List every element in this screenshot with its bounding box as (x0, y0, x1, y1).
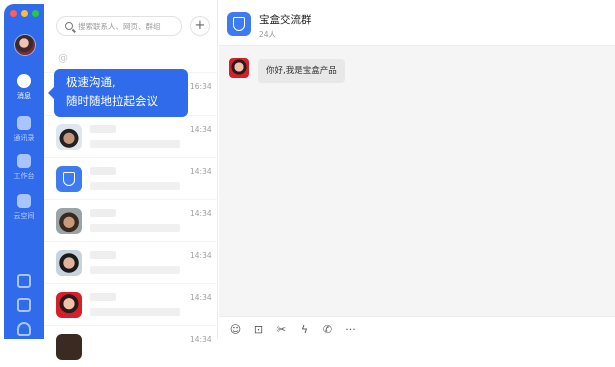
mention-indicator: @ (58, 53, 68, 64)
avatar[interactable] (229, 58, 249, 78)
conversation-list: 搜索联系人、网页、群组 + @ 16:34 14:34 14:34 14:34 (44, 0, 218, 360)
search-input[interactable]: 搜索联系人、网页、群组 (56, 16, 182, 36)
list-item-time: 14:34 (190, 167, 212, 176)
window-controls (10, 10, 39, 17)
list-item[interactable]: 14:34 (44, 325, 218, 367)
chat-bubble-icon (17, 74, 31, 88)
flash-icon[interactable]: ϟ (298, 323, 311, 336)
list-item-preview (90, 182, 180, 190)
nav-item-label: 云空间 (13, 212, 35, 220)
grid-apps-icon (17, 154, 31, 168)
list-item-name (90, 125, 116, 133)
search-icon (65, 22, 73, 30)
avatar (56, 250, 82, 276)
avatar (56, 124, 82, 150)
chat-pane: 宝盒交流群 24人 你好,我是宝盒产品 ☺ ⊡ ✂ ϟ ✆ ··· (219, 0, 615, 339)
calendar-icon[interactable] (17, 274, 31, 288)
avatar (56, 334, 82, 360)
shield-icon[interactable] (227, 12, 251, 36)
emoji-icon[interactable]: ☺ (229, 323, 242, 336)
nav-item-messages[interactable]: 消息 (4, 74, 44, 101)
nav-item-cloud[interactable]: 云空间 (4, 194, 44, 221)
add-button[interactable]: + (190, 16, 210, 36)
shield-icon (56, 166, 82, 192)
list-item-name (90, 251, 116, 259)
nav-item-label: 工作台 (13, 172, 35, 180)
scissors-icon[interactable]: ✂ (275, 323, 288, 336)
avatar (56, 292, 82, 318)
list-item-name (90, 167, 116, 175)
list-item-preview (90, 140, 180, 148)
nav-item-workbench[interactable]: 工作台 (4, 154, 44, 181)
tooltip-line-1: 极速沟通, (66, 75, 116, 89)
list-item[interactable]: 14:34 (44, 157, 218, 199)
search-placeholder: 搜索联系人、网页、群组 (78, 21, 161, 31)
phone-icon[interactable]: ✆ (321, 323, 334, 336)
list-item-preview (90, 308, 180, 316)
list-item[interactable]: 14:34 (44, 241, 218, 283)
list-item-preview (90, 224, 180, 232)
nav-rail: 消息 通讯录 工作台 云空间 (4, 4, 44, 339)
chat-header: 宝盒交流群 24人 (219, 0, 615, 46)
document-icon[interactable] (17, 298, 31, 312)
tooltip-line-2: 随时随地拉起会议 (66, 94, 158, 108)
feature-tooltip: 极速沟通, 随时随地拉起会议 (48, 69, 188, 117)
minimize-window-button[interactable] (21, 10, 28, 17)
close-window-button[interactable] (10, 10, 17, 17)
more-icon[interactable]: ··· (344, 323, 357, 336)
message-bubble: 你好,我是宝盒产品 (258, 59, 345, 83)
nav-item-label: 消息 (17, 92, 31, 100)
list-item-name (90, 293, 116, 301)
list-item-time: 14:34 (190, 251, 212, 260)
image-icon[interactable]: ⊡ (252, 323, 265, 336)
list-item[interactable]: 14:34 (44, 199, 218, 241)
contacts-book-icon (17, 116, 31, 130)
list-item-name (90, 209, 116, 217)
composer-toolbar: ☺ ⊡ ✂ ϟ ✆ ··· (219, 316, 615, 339)
maximize-window-button[interactable] (32, 10, 39, 17)
list-item[interactable]: 14:34 (44, 283, 218, 325)
list-item[interactable]: 14:34 (44, 115, 218, 157)
list-item-time: 14:34 (190, 209, 212, 218)
user-avatar[interactable] (14, 34, 36, 56)
list-item-preview (90, 266, 180, 274)
list-item-time: 14:34 (190, 335, 212, 344)
avatar (56, 208, 82, 234)
nav-item-label: 通讯录 (13, 134, 35, 142)
list-item-time: 14:34 (190, 293, 212, 302)
nav-item-contacts[interactable]: 通讯录 (4, 116, 44, 143)
member-count[interactable]: 24人 (259, 29, 276, 40)
thunder-icon[interactable] (17, 322, 31, 336)
list-item-time: 16:34 (190, 82, 212, 91)
cloud-drive-icon (17, 194, 31, 208)
group-title[interactable]: 宝盒交流群 (259, 12, 312, 27)
app-window: 消息 通讯录 工作台 云空间 搜索联系人、网页、群组 + @ 16:34 14:… (0, 0, 615, 360)
list-item-time: 14:34 (190, 125, 212, 134)
